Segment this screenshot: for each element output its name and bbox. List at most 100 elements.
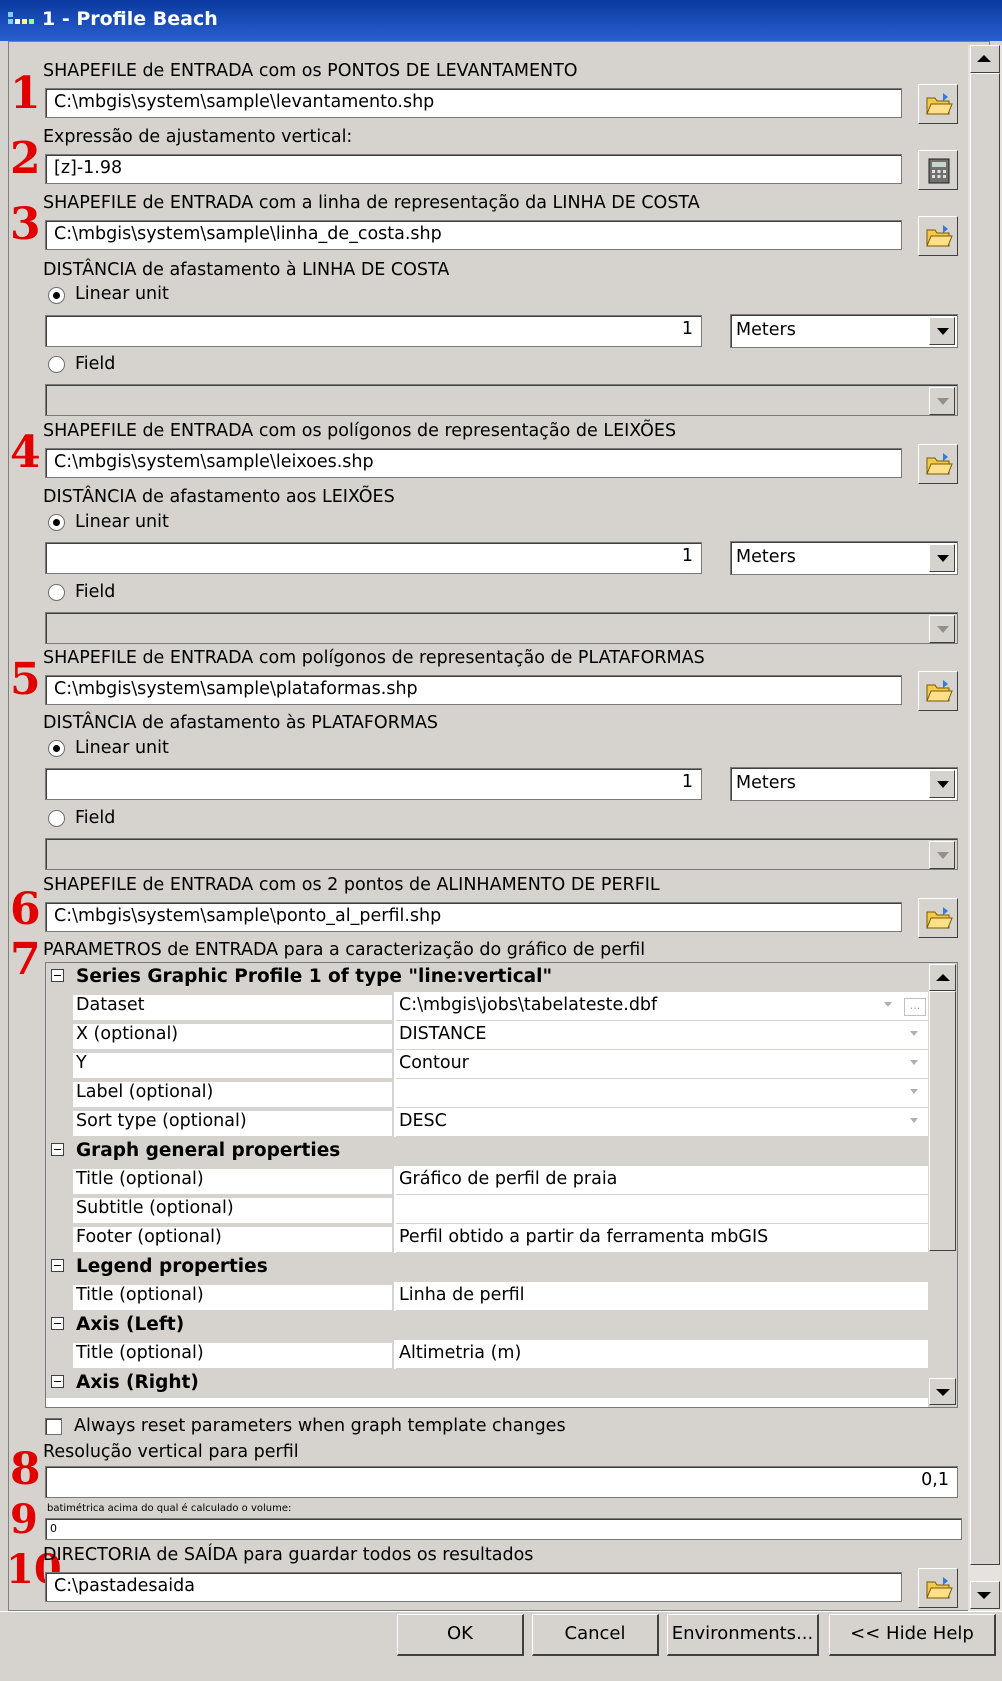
open-folder-icon [926, 680, 953, 702]
title-bar[interactable]: 1 - Profile Beach [0, 0, 1002, 41]
output-directory-input[interactable]: C:\pastadesaida [45, 1572, 902, 1602]
platforms-linear-unit-radio[interactable] [48, 740, 65, 757]
collapse-icon[interactable] [51, 1375, 64, 1388]
grid-category-legend[interactable]: Legend properties [46, 1253, 928, 1282]
grid-scrollbar[interactable] [928, 963, 957, 1407]
open-folder-icon [926, 1577, 953, 1599]
main-scrollbar[interactable] [968, 45, 1002, 1611]
grid-row-sort-type[interactable]: Sort type (optional) DESC [46, 1108, 928, 1137]
collapse-icon[interactable] [51, 969, 64, 982]
coastline-unit-select[interactable]: Meters [730, 314, 958, 348]
survey-points-input[interactable]: C:\mbgis\system\sample\levantamento.shp [45, 88, 902, 118]
jetties-field-radio[interactable] [48, 584, 65, 601]
environments-button[interactable]: Environments... [667, 1614, 819, 1656]
expression-calculator-button[interactable] [918, 150, 958, 190]
jetties-input[interactable]: C:\mbgis\system\sample\leixoes.shp [45, 448, 902, 478]
scroll-up-button[interactable] [970, 45, 1000, 73]
marker-8: 8 [10, 1444, 41, 1495]
grid-row-graph-title[interactable]: Title (optional) Gráfico de perfil de pra… [46, 1166, 928, 1195]
open-folder-icon [926, 907, 953, 929]
grid-category-graph-general[interactable]: Graph general properties [46, 1137, 928, 1166]
grid-row-legend-title[interactable]: Title (optional) Linha de perfil [46, 1282, 928, 1311]
collapse-icon[interactable] [51, 1259, 64, 1272]
ok-button[interactable]: OK [397, 1614, 524, 1656]
bathymetric-volume-input[interactable]: 0 [45, 1518, 962, 1540]
marker-6: 6 [10, 884, 41, 935]
window-title: 1 - Profile Beach [42, 8, 218, 30]
collapse-icon[interactable] [51, 1143, 64, 1156]
open-folder-icon [926, 453, 953, 475]
coastline-input[interactable]: C:\mbgis\system\sample\linha_de_costa.sh… [45, 220, 902, 250]
jetties-unit-select[interactable]: Meters [730, 541, 958, 575]
browse-profile-alignment-button[interactable] [918, 898, 958, 938]
label-jetties-distance: DISTÂNCIA de afastamento aos LEIXÕES [43, 487, 395, 507]
cancel-button[interactable]: Cancel [532, 1614, 659, 1656]
scroll-down-button[interactable] [970, 1581, 1000, 1609]
hide-help-button[interactable]: << Hide Help [829, 1614, 996, 1656]
browse-coastline-button[interactable] [918, 216, 958, 256]
marker-4: 4 [10, 427, 41, 478]
coastline-distance-input[interactable]: 1 [45, 315, 702, 347]
open-folder-icon [926, 93, 953, 115]
scroll-thumb[interactable] [970, 73, 1000, 1565]
vertical-adjustment-input[interactable]: [z]-1.98 [45, 154, 902, 184]
coastline-linear-unit-radio[interactable] [48, 287, 65, 304]
platforms-unit-select[interactable]: Meters [730, 767, 958, 801]
reset-parameters-checkbox[interactable] [45, 1418, 62, 1435]
grid-row-x[interactable]: X (optional) DISTANCE [46, 1021, 928, 1050]
grid-scroll-thumb[interactable] [929, 991, 956, 1251]
chevron-down-icon[interactable] [929, 770, 955, 798]
platforms-distance-input[interactable]: 1 [45, 768, 702, 800]
browse-output-directory-button[interactable] [918, 1568, 958, 1608]
grid-category-axis-right[interactable]: Axis (Right) [46, 1369, 928, 1398]
collapse-icon[interactable] [51, 1317, 64, 1330]
marker-1: 1 [10, 68, 41, 119]
grid-category-series[interactable]: Series Graphic Profile 1 of type "line:v… [46, 963, 928, 992]
grid-scroll-down-button[interactable] [929, 1378, 956, 1405]
grid-row-graph-subtitle[interactable]: Subtitle (optional) [46, 1195, 928, 1224]
label-coastline: SHAPEFILE de ENTRADA com a linha de repr… [43, 193, 700, 213]
chevron-down-icon [929, 841, 955, 869]
chevron-down-icon[interactable] [910, 1031, 918, 1036]
label-platforms: SHAPEFILE de ENTRADA com polígonos de re… [43, 648, 705, 668]
browse-jetties-button[interactable] [918, 444, 958, 484]
jetties-distance-input[interactable]: 1 [45, 542, 702, 574]
chevron-down-icon[interactable] [929, 544, 955, 572]
jetties-linear-unit-radio[interactable] [48, 514, 65, 531]
jetties-field-select [45, 612, 958, 644]
vertical-resolution-input[interactable]: 0,1 [45, 1466, 958, 1498]
platforms-field-radio[interactable] [48, 810, 65, 827]
chevron-down-icon[interactable] [910, 1089, 918, 1094]
coastline-field-select [45, 384, 958, 416]
platforms-input[interactable]: C:\mbgis\system\sample\plataformas.shp [45, 675, 902, 705]
ellipsis-button[interactable]: ... [904, 998, 926, 1016]
graph-properties-grid[interactable]: Series Graphic Profile 1 of type "line:v… [45, 962, 958, 1408]
grid-category-axis-left[interactable]: Axis (Left) [46, 1311, 928, 1340]
grid-row-y[interactable]: Y Contour [46, 1050, 928, 1079]
label-survey-points: SHAPEFILE de ENTRADA com os PONTOS DE LE… [43, 61, 578, 81]
jetties-field-label: Field [75, 582, 116, 602]
grid-row-graph-footer[interactable]: Footer (optional) Perfil obtido a partir … [46, 1224, 928, 1253]
coastline-linear-unit-label: Linear unit [75, 284, 169, 304]
profile-alignment-input[interactable]: C:\mbgis\system\sample\ponto_al_perfil.s… [45, 902, 902, 932]
coastline-field-radio[interactable] [48, 356, 65, 373]
chevron-down-icon[interactable] [910, 1060, 918, 1065]
grid-row-dataset[interactable]: Dataset C:\mbgis\jobs\tabelateste.dbf ... [46, 992, 928, 1021]
browse-survey-points-button[interactable] [918, 84, 958, 124]
grid-row-label[interactable]: Label (optional) [46, 1079, 928, 1108]
label-graph-parameters: PARAMETROS de ENTRADA para a caracteriza… [43, 940, 646, 960]
platforms-linear-unit-label: Linear unit [75, 738, 169, 758]
grid-scroll-up-button[interactable] [929, 964, 956, 991]
button-bar-divider [0, 1611, 1002, 1612]
browse-platforms-button[interactable] [918, 671, 958, 711]
label-platforms-distance: DISTÂNCIA de afastamento às PLATAFORMAS [43, 713, 439, 733]
chevron-down-icon[interactable] [910, 1118, 918, 1123]
marker-5: 5 [10, 654, 41, 705]
chevron-down-icon[interactable] [929, 317, 955, 345]
platforms-field-select [45, 838, 958, 870]
chevron-down-icon[interactable] [884, 1002, 892, 1007]
platforms-unit-value: Meters [736, 773, 796, 793]
grid-row-axis-left-title[interactable]: Title (optional) Altimetria (m) [46, 1340, 928, 1369]
label-vertical-resolution: Resolução vertical para perfil [43, 1442, 299, 1462]
marker-7: 7 [10, 934, 41, 985]
